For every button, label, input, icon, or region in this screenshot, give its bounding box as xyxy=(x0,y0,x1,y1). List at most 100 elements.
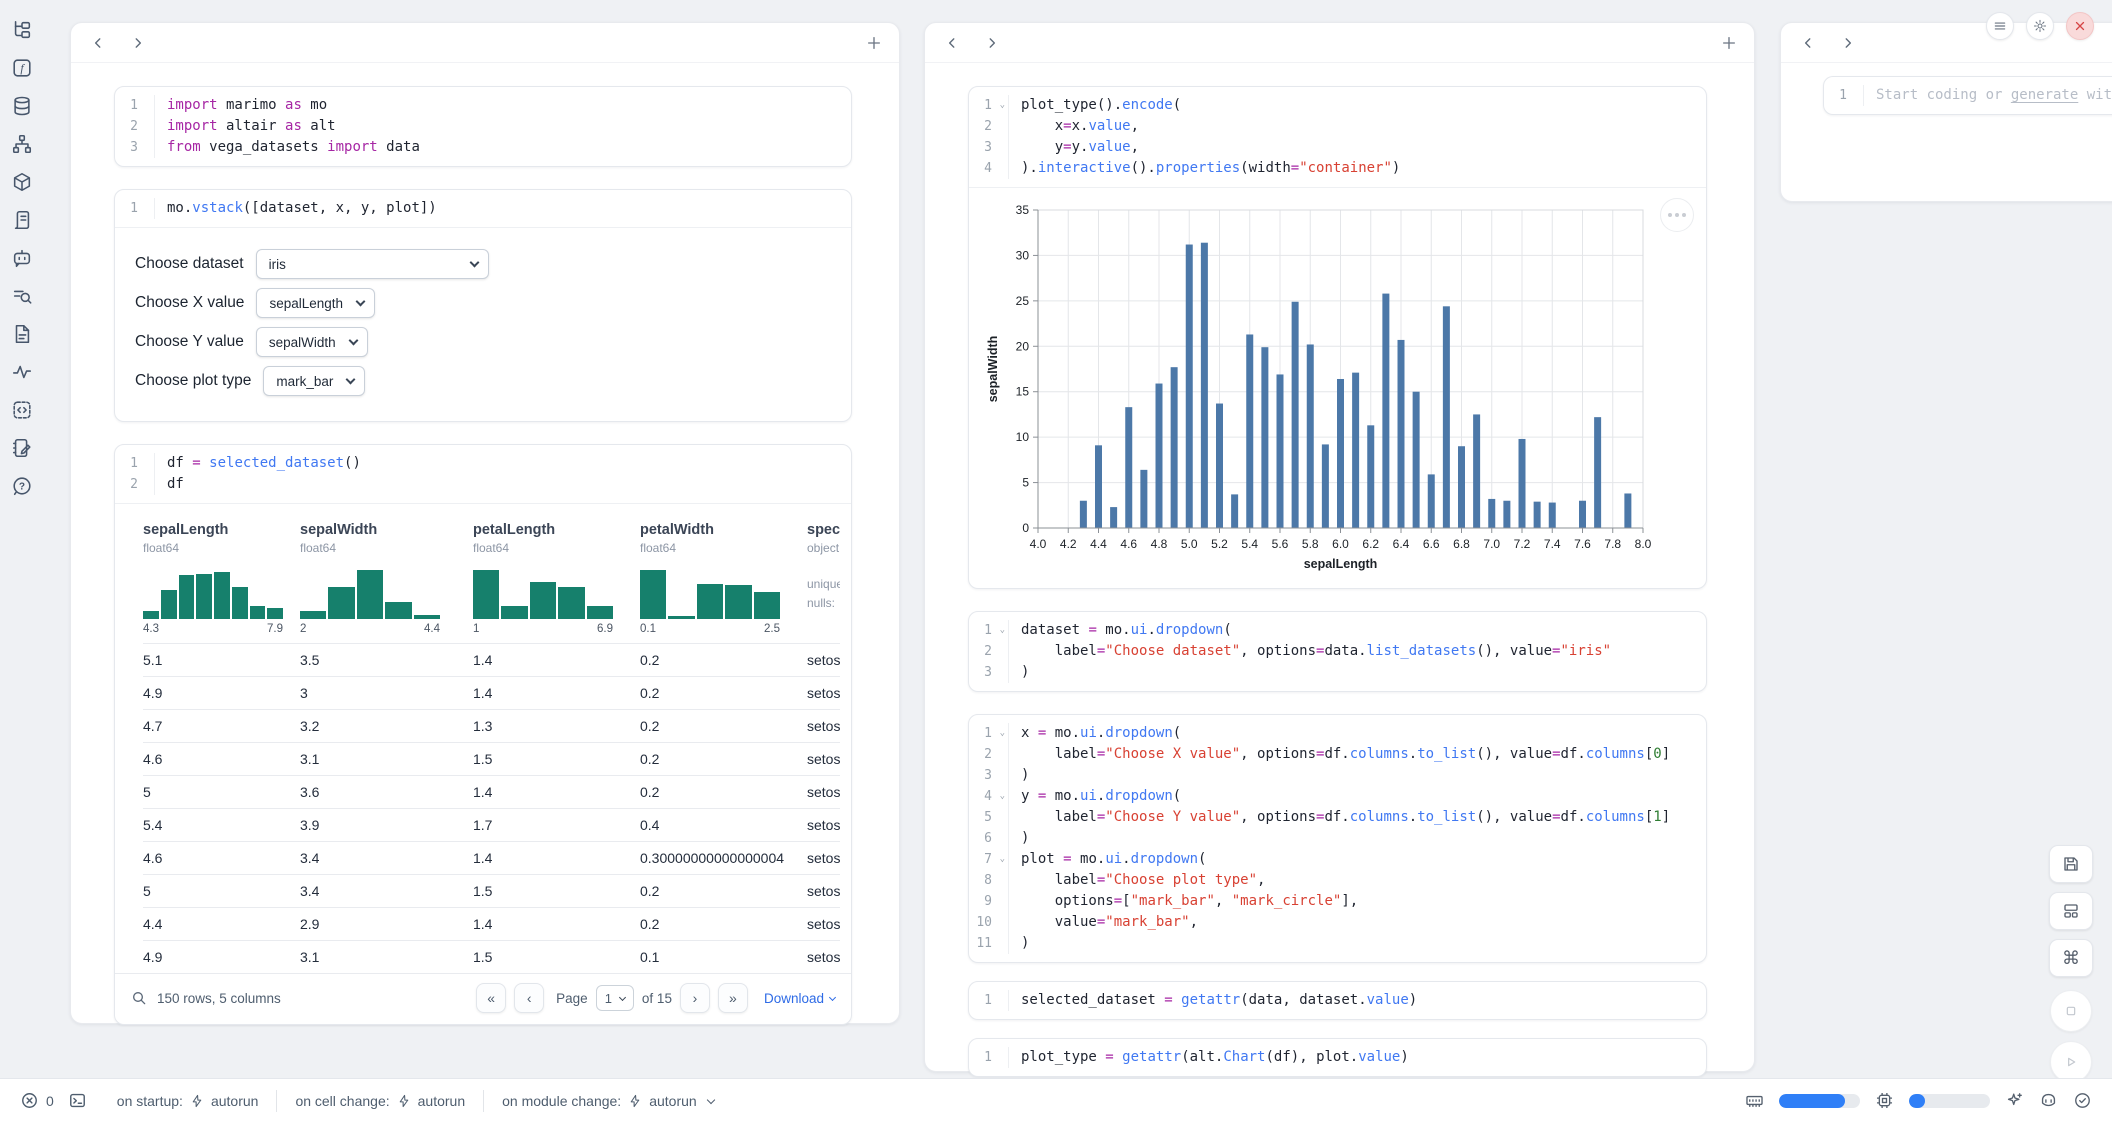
table-cell: 3.4 xyxy=(300,883,473,899)
svg-text:7.2: 7.2 xyxy=(1514,537,1531,551)
table-row-count: 150 rows, 5 columns xyxy=(157,991,281,1006)
code-snippets-icon[interactable] xyxy=(11,398,35,422)
column-range: 24.4 xyxy=(300,623,440,635)
first-page-button[interactable]: « xyxy=(476,983,506,1013)
help-icon[interactable]: ? xyxy=(11,474,35,498)
settings-gear-icon[interactable] xyxy=(2026,12,2054,40)
on-cell-change-setting[interactable]: on cell change: autorun xyxy=(295,1093,465,1109)
generate-link[interactable]: generate xyxy=(2011,87,2078,103)
code-editor[interactable]: 1import marimo as mo2import altair as al… xyxy=(115,87,851,166)
code-cell-xyplot-dropdowns: 1⌄x = mo.ui.dropdown(2 label="Choose X v… xyxy=(968,714,1707,963)
code-text: df = selected_dataset() xyxy=(155,453,361,474)
chevron-left-icon[interactable] xyxy=(1795,30,1821,56)
function-icon[interactable]: f xyxy=(11,56,35,80)
table-cell: setosa xyxy=(807,718,840,734)
save-icon[interactable] xyxy=(2049,845,2093,883)
dropdown-choose-plot-type[interactable]: mark_bar xyxy=(263,366,365,396)
run-icon[interactable] xyxy=(2050,1041,2092,1083)
svg-text:7.8: 7.8 xyxy=(1604,537,1621,551)
svg-text:15: 15 xyxy=(1016,385,1030,399)
menu-icon[interactable] xyxy=(1986,12,2014,40)
fold-icon[interactable]: ⌄ xyxy=(1000,849,1005,870)
errors-indicator[interactable]: 0 xyxy=(20,1091,54,1110)
fold-icon[interactable]: ⌄ xyxy=(1000,95,1005,116)
code-text: label="Choose X value", options=df.colum… xyxy=(1009,744,1670,765)
script-icon[interactable] xyxy=(11,208,35,232)
search-logs-icon[interactable] xyxy=(11,284,35,308)
line-number: 7⌄ xyxy=(969,849,1009,870)
activity-icon[interactable] xyxy=(11,360,35,384)
setting-label: on cell change: xyxy=(295,1093,389,1109)
notebook-edit-icon[interactable] xyxy=(11,436,35,460)
code-editor[interactable]: 1df = selected_dataset()2df xyxy=(115,445,851,503)
table-cell: setosa xyxy=(807,916,840,932)
file-tree-icon[interactable] xyxy=(11,18,35,42)
ai-sparkles-icon[interactable] xyxy=(2005,1091,2024,1110)
fold-icon[interactable]: ⌄ xyxy=(1000,786,1005,807)
command-palette-icon[interactable]: ⌘ xyxy=(2049,939,2093,977)
chevron-left-icon[interactable] xyxy=(939,30,965,56)
code-editor[interactable]: 1selected_dataset = getattr(data, datase… xyxy=(969,982,1706,1019)
dropdown-choose-x-value[interactable]: sepalLength xyxy=(256,288,375,318)
dropdown-label: Choose plot type xyxy=(135,372,251,390)
code-line: 1selected_dataset = getattr(data, datase… xyxy=(969,990,1706,1011)
code-editor[interactable]: 1mo.vstack([dataset, x, y, plot]) xyxy=(115,190,851,227)
last-page-button[interactable]: » xyxy=(718,983,748,1013)
column-header[interactable]: sepalLengthfloat644.37.9 xyxy=(143,514,300,643)
next-page-button[interactable]: › xyxy=(680,983,710,1013)
on-module-change-setting[interactable]: on module change: autorun xyxy=(502,1093,714,1109)
page-select[interactable]: 1 xyxy=(596,985,634,1011)
column-header[interactable]: speciesobjectunique:nulls: xyxy=(807,514,840,643)
prev-page-button[interactable]: ‹ xyxy=(514,983,544,1013)
fold-icon[interactable]: ⌄ xyxy=(1000,620,1005,641)
table-cell: 4.9 xyxy=(143,949,300,965)
lightning-bolt-icon xyxy=(190,1094,204,1108)
code-editor[interactable]: 1plot_type = getattr(alt.Chart(df), plot… xyxy=(969,1039,1706,1076)
dropdown-row: Choose X valuesepalLength xyxy=(135,288,831,318)
svg-text:5: 5 xyxy=(1022,476,1029,490)
column-header[interactable]: sepalWidthfloat6424.4 xyxy=(300,514,473,643)
column-name: petalLength xyxy=(473,522,634,538)
chevron-left-icon[interactable] xyxy=(85,30,111,56)
package-icon[interactable] xyxy=(11,170,35,194)
code-editor[interactable]: 1⌄x = mo.ui.dropdown(2 label="Choose X v… xyxy=(969,715,1706,962)
chevron-right-icon[interactable] xyxy=(125,30,151,56)
dropdown-choose-y-value[interactable]: sepalWidth xyxy=(256,327,368,357)
code-editor[interactable]: 1⌄plot_type().encode(2 x=x.value,3 y=y.v… xyxy=(969,87,1706,187)
dependency-graph-icon[interactable] xyxy=(11,132,35,156)
chat-bot-icon[interactable] xyxy=(11,246,35,270)
chevron-right-icon[interactable] xyxy=(1835,30,1861,56)
line-number: 3 xyxy=(969,765,1009,786)
search-icon[interactable] xyxy=(131,990,147,1006)
code-cell-vstack: 1mo.vstack([dataset, x, y, plot]) Choose… xyxy=(114,189,852,422)
layout-icon[interactable] xyxy=(2049,892,2093,930)
add-cell-icon[interactable] xyxy=(1716,30,1742,56)
column-range: 0.12.5 xyxy=(640,623,780,635)
table-row: 53.41.50.2setosa xyxy=(143,874,840,907)
column-header[interactable]: petalLengthfloat6416.9 xyxy=(473,514,640,643)
on-startup-setting[interactable]: on startup: autorun xyxy=(117,1093,259,1109)
memory-icon xyxy=(1745,1091,1764,1110)
setting-label: on startup: xyxy=(117,1093,183,1109)
connection-check-icon[interactable] xyxy=(2073,1091,2092,1110)
cpu-usage-bar xyxy=(1909,1094,1990,1108)
chevron-down-icon xyxy=(346,375,356,385)
copilot-icon[interactable] xyxy=(2039,1091,2058,1110)
terminal-icon[interactable] xyxy=(68,1091,87,1110)
dropdown-choose-dataset[interactable]: iris xyxy=(256,249,489,279)
code-editor[interactable]: 1 Start coding or generate with AI. xyxy=(1824,77,2112,114)
fold-icon[interactable]: ⌄ xyxy=(1000,723,1005,744)
svg-text:4.8: 4.8 xyxy=(1151,537,1168,551)
column-header[interactable]: petalWidthfloat640.12.5 xyxy=(640,514,807,643)
chevron-right-icon[interactable] xyxy=(979,30,1005,56)
dropdown-row: Choose Y valuesepalWidth xyxy=(135,327,831,357)
chart-actions-icon[interactable] xyxy=(1660,198,1694,232)
code-editor[interactable]: 1⌄dataset = mo.ui.dropdown(2 label="Choo… xyxy=(969,612,1706,691)
close-icon[interactable] xyxy=(2066,12,2094,40)
svg-text:4.0: 4.0 xyxy=(1030,537,1047,551)
database-icon[interactable] xyxy=(11,94,35,118)
stop-icon[interactable] xyxy=(2050,990,2092,1032)
document-icon[interactable] xyxy=(11,322,35,346)
download-button[interactable]: Download xyxy=(764,991,835,1006)
add-cell-icon[interactable] xyxy=(861,30,887,56)
